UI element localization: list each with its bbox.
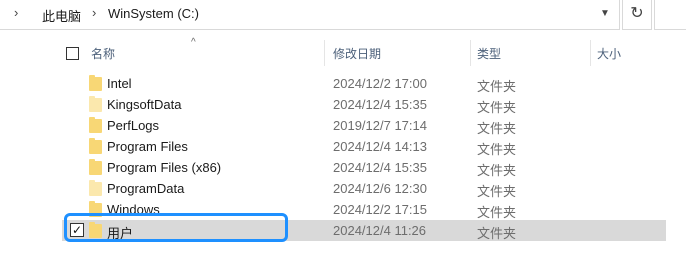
folder-icon	[89, 159, 102, 175]
column-type[interactable]: 类型	[477, 45, 501, 62]
chevron-down-icon[interactable]: ▼	[596, 4, 614, 24]
refresh-icon: ↻	[630, 5, 644, 22]
file-name: Program Files (x86)	[107, 160, 222, 175]
breadcrumb-this-pc[interactable]: 此电脑	[42, 6, 81, 25]
file-type: 文件夹	[477, 79, 517, 94]
file-date: 2024/12/4 15:35	[333, 160, 427, 175]
column-divider[interactable]	[470, 40, 471, 66]
search-input[interactable]	[654, 0, 686, 30]
file-name: PerfLogs	[107, 118, 160, 133]
column-divider[interactable]	[324, 40, 325, 66]
file-name: Program Files	[107, 139, 188, 154]
folder-icon	[89, 138, 102, 154]
file-row[interactable]: Intel 2024/12/2 17:00 文件夹	[62, 73, 666, 94]
file-name: ProgramData	[107, 181, 185, 196]
file-type: 文件夹	[477, 121, 517, 136]
folder-icon	[89, 96, 102, 112]
file-row[interactable]: Program Files 2024/12/4 14:13 文件夹	[62, 136, 666, 157]
breadcrumb-separator: ›	[92, 5, 97, 20]
address-bar-row: › 此电脑 › WinSystem (C:) ▼ ↻	[0, 0, 686, 30]
file-row[interactable]: ProgramData 2024/12/6 12:30 文件夹	[62, 178, 666, 199]
file-type: 文件夹	[477, 226, 517, 241]
file-type: 文件夹	[477, 100, 517, 115]
select-all-checkbox[interactable]	[66, 47, 79, 60]
file-date: 2019/12/7 17:14	[333, 118, 427, 133]
file-date: 2024/12/4 15:35	[333, 97, 427, 112]
file-type: 文件夹	[477, 184, 517, 199]
folder-icon	[89, 75, 102, 91]
file-type: 文件夹	[477, 205, 517, 220]
column-header: ^ 名称 修改日期 类型 大小	[0, 37, 686, 68]
file-name: KingsoftData	[107, 97, 182, 112]
sort-ascending-icon: ^	[191, 37, 196, 48]
file-type: 文件夹	[477, 163, 517, 178]
breadcrumb-c-drive[interactable]: WinSystem (C:)	[108, 6, 199, 21]
column-date-modified[interactable]: 修改日期	[333, 45, 381, 62]
column-divider[interactable]	[590, 40, 591, 66]
folder-icon	[89, 180, 102, 196]
file-row[interactable]: Program Files (x86) 2024/12/4 15:35 文件夹	[62, 157, 666, 178]
file-name: Intel	[107, 76, 132, 91]
address-bar[interactable]: › 此电脑 › WinSystem (C:) ▼	[0, 0, 620, 30]
breadcrumb-separator: ›	[14, 5, 19, 20]
file-date: 2024/12/2 17:00	[333, 76, 427, 91]
file-row[interactable]: KingsoftData 2024/12/4 15:35 文件夹	[62, 94, 666, 115]
file-date: 2024/12/6 12:30	[333, 181, 427, 196]
selection-highlight	[64, 213, 288, 242]
folder-icon	[89, 117, 102, 133]
column-size[interactable]: 大小	[597, 45, 621, 62]
refresh-button[interactable]: ↻	[622, 0, 652, 30]
column-name[interactable]: 名称	[91, 45, 115, 62]
file-date: 2024/12/4 14:13	[333, 139, 427, 154]
file-row[interactable]: PerfLogs 2019/12/7 17:14 文件夹	[62, 115, 666, 136]
file-type: 文件夹	[477, 142, 517, 157]
file-date: 2024/12/4 11:26	[333, 223, 427, 238]
file-date: 2024/12/2 17:15	[333, 202, 427, 217]
